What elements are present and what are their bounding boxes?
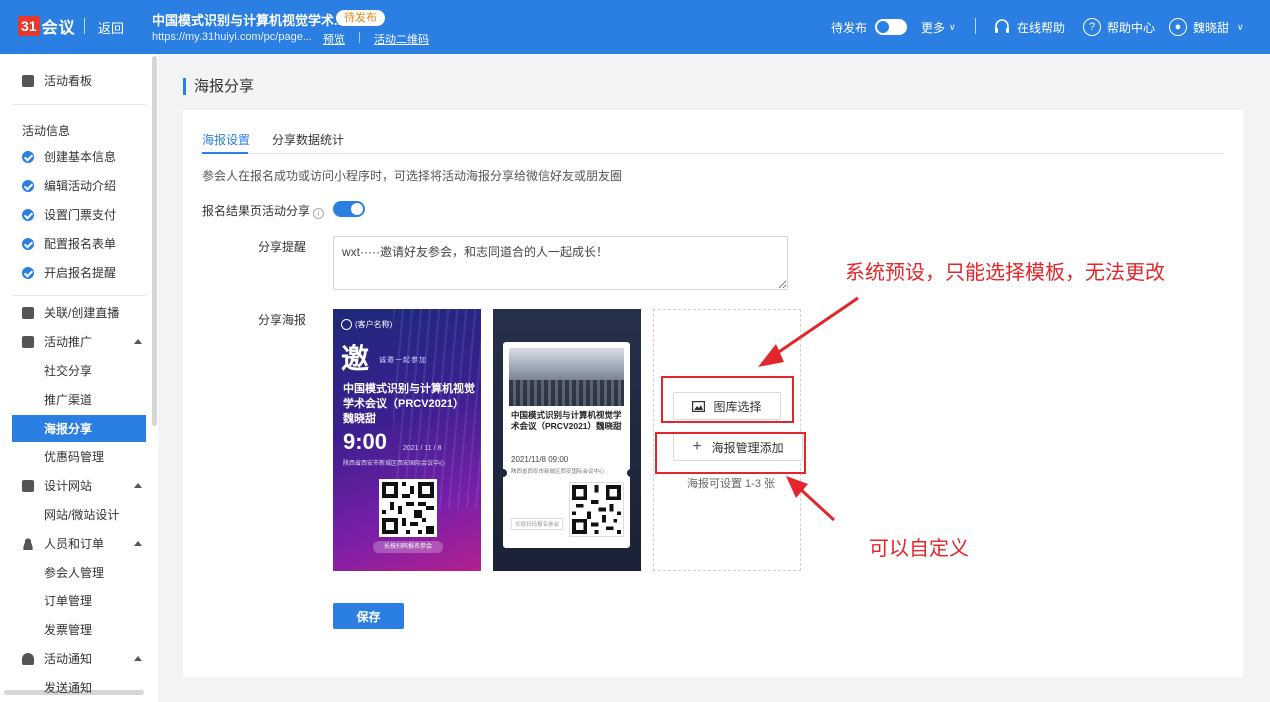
save-button[interactable]: 保存: [333, 603, 404, 629]
annotation-arrows: [758, 296, 859, 522]
